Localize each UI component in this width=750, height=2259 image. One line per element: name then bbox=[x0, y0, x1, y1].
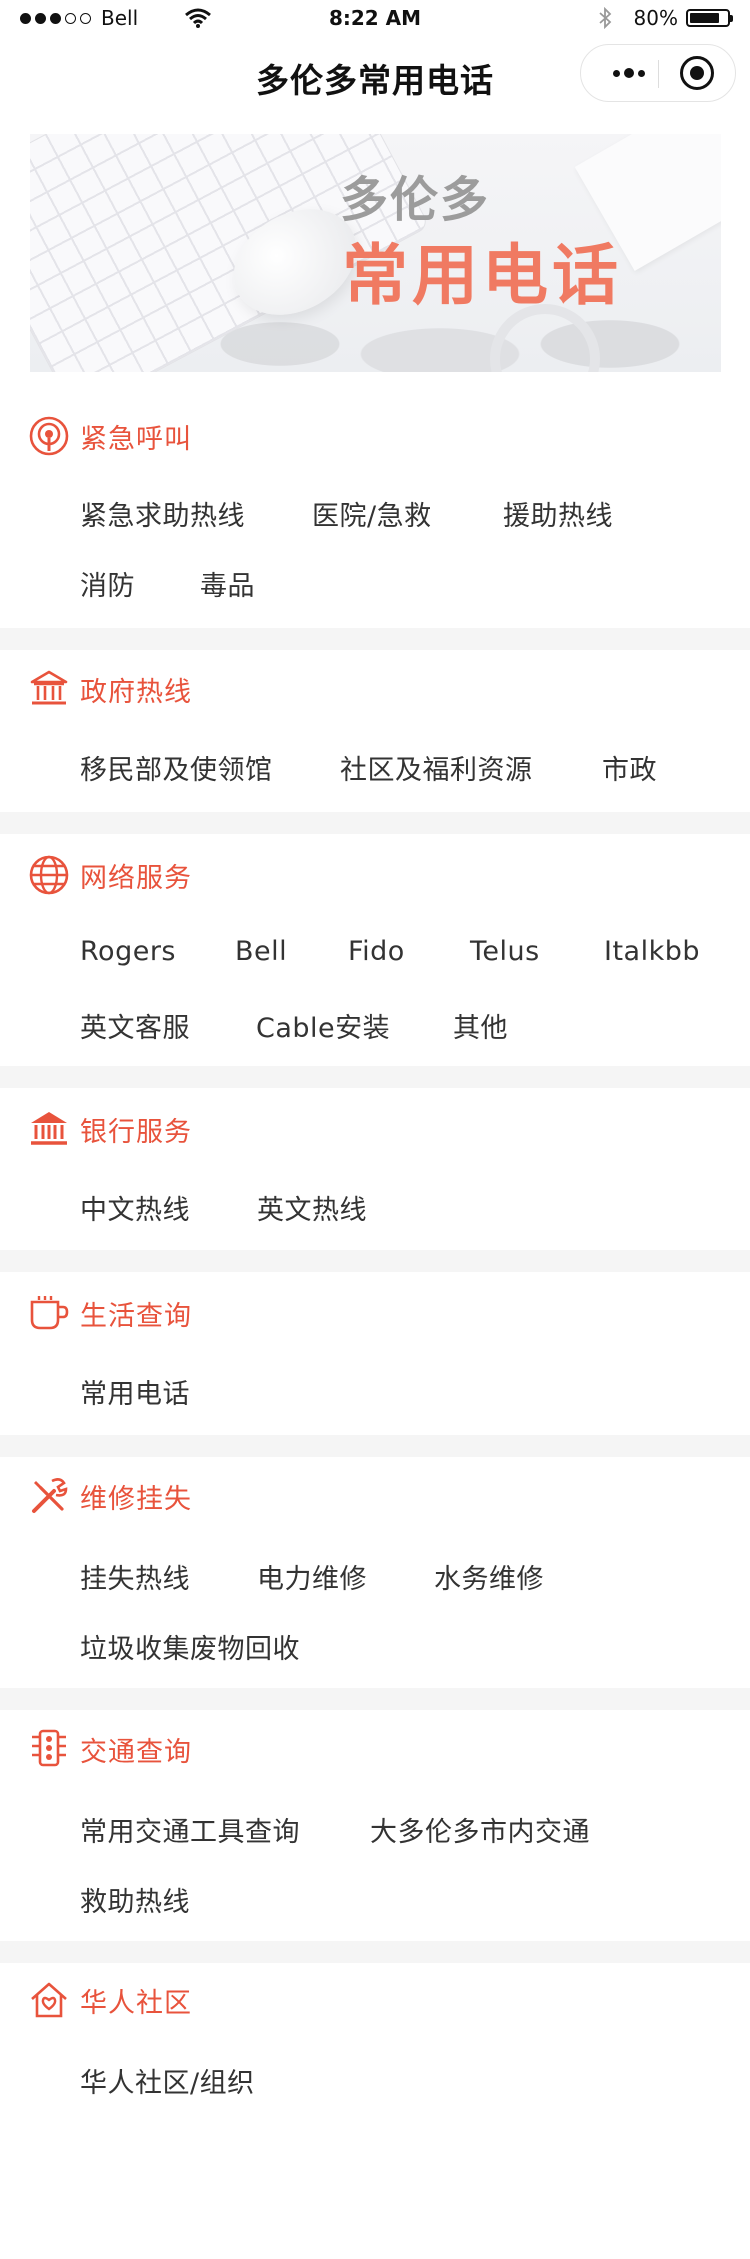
community-icon bbox=[31, 1982, 67, 2018]
traffic-light-icon bbox=[32, 1729, 66, 1767]
item-bell[interactable]: Bell bbox=[235, 936, 287, 967]
section-header: 政府热线 bbox=[28, 668, 192, 710]
mini-program-capsule bbox=[580, 44, 736, 102]
tools-icon bbox=[32, 1478, 68, 1513]
item-drugs[interactable]: 毒品 bbox=[200, 564, 255, 603]
item-rescue-hotline[interactable]: 救助热线 bbox=[80, 1880, 190, 1919]
item-english-service[interactable]: 英文客服 bbox=[80, 1006, 190, 1045]
section-living: 生活查询 常用电话 bbox=[0, 1272, 750, 1435]
section-divider bbox=[0, 1435, 750, 1457]
item-report-loss[interactable]: 挂失热线 bbox=[80, 1557, 190, 1596]
section-repair: 维修挂失 挂失热线 电力维修 水务维修 垃圾收集废物回收 bbox=[0, 1457, 750, 1688]
bank-icon bbox=[31, 1112, 67, 1145]
item-common-phones[interactable]: 常用电话 bbox=[80, 1372, 190, 1411]
bluetooth-icon bbox=[598, 7, 611, 29]
item-rogers[interactable]: Rogers bbox=[80, 936, 176, 967]
section-divider bbox=[0, 1688, 750, 1710]
section-divider bbox=[0, 1941, 750, 1963]
item-english-hotline[interactable]: 英文热线 bbox=[257, 1188, 367, 1227]
coffee-cup-icon bbox=[30, 1296, 69, 1330]
section-emergency: 紧急呼叫 紧急求助热线 医院/急救 援助热线 消防 毒品 bbox=[0, 400, 750, 628]
section-title: 交通查询 bbox=[80, 1736, 192, 1768]
status-right: 80% bbox=[598, 6, 733, 30]
section-bank: 银行服务 中文热线 英文热线 bbox=[0, 1088, 750, 1250]
banner-image: 多伦多 常用电话 bbox=[30, 134, 721, 372]
item-transit-lookup[interactable]: 常用交通工具查询 bbox=[80, 1810, 300, 1849]
section-header: 交通查询 bbox=[28, 1728, 192, 1770]
government-icon bbox=[30, 670, 68, 705]
item-other[interactable]: 其他 bbox=[453, 1006, 508, 1045]
banner-title-line1: 多伦多 bbox=[340, 172, 491, 228]
section-header: 网络服务 bbox=[28, 854, 192, 896]
section-title: 银行服务 bbox=[80, 1116, 192, 1148]
section-title: 政府热线 bbox=[80, 676, 192, 708]
item-cable-install[interactable]: Cable安装 bbox=[256, 1006, 390, 1045]
capsule-divider bbox=[658, 60, 659, 88]
section-title: 维修挂失 bbox=[80, 1483, 192, 1515]
item-community-welfare[interactable]: 社区及福利资源 bbox=[340, 748, 533, 787]
section-title: 网络服务 bbox=[80, 862, 192, 894]
item-power-repair[interactable]: 电力维修 bbox=[257, 1557, 367, 1596]
more-options-button[interactable] bbox=[599, 45, 659, 101]
item-municipal[interactable]: 市政 bbox=[602, 748, 657, 787]
globe-icon bbox=[29, 855, 69, 895]
section-header: 维修挂失 bbox=[28, 1475, 192, 1517]
section-transport: 交通查询 常用交通工具查询 大多伦多市内交通 救助热线 bbox=[0, 1710, 750, 1941]
item-hospital[interactable]: 医院/急救 bbox=[312, 494, 432, 533]
section-chinese-community: 华人社区 华人社区/组织 bbox=[0, 1963, 750, 2259]
section-header: 银行服务 bbox=[28, 1108, 192, 1150]
item-fido[interactable]: Fido bbox=[348, 936, 405, 967]
section-divider bbox=[0, 1066, 750, 1088]
item-telus[interactable]: Telus bbox=[470, 936, 540, 967]
item-emergency-hotline[interactable]: 紧急求助热线 bbox=[80, 494, 245, 533]
section-divider bbox=[0, 1250, 750, 1272]
section-title: 紧急呼叫 bbox=[80, 423, 192, 455]
section-divider bbox=[0, 628, 750, 650]
banner-title-line2: 常用电话 bbox=[342, 237, 622, 314]
item-italkbb[interactable]: Italkbb bbox=[604, 936, 700, 967]
item-chinese-hotline[interactable]: 中文热线 bbox=[80, 1188, 190, 1227]
nav-bar: 多伦多常用电话 bbox=[0, 40, 750, 114]
item-water-repair[interactable]: 水务维修 bbox=[434, 1557, 544, 1596]
item-assistance-hotline[interactable]: 援助热线 bbox=[503, 494, 613, 533]
section-title: 生活查询 bbox=[80, 1300, 192, 1332]
item-fire[interactable]: 消防 bbox=[80, 564, 135, 603]
section-header: 生活查询 bbox=[28, 1292, 192, 1334]
status-bar: Bell 8:22 AM 80% bbox=[0, 0, 750, 40]
item-waste-collection[interactable]: 垃圾收集废物回收 bbox=[80, 1627, 300, 1666]
close-mini-program-button[interactable] bbox=[680, 56, 714, 90]
section-internet: 网络服务 Rogers Bell Fido Telus Italkbb 英文客服… bbox=[0, 834, 750, 1066]
section-divider bbox=[0, 812, 750, 834]
item-chinese-organizations[interactable]: 华人社区/组织 bbox=[80, 2061, 255, 2100]
section-header: 紧急呼叫 bbox=[28, 415, 192, 457]
section-header: 华人社区 bbox=[28, 1979, 192, 2021]
item-immigration[interactable]: 移民部及使领馆 bbox=[80, 748, 273, 787]
battery-icon bbox=[686, 9, 733, 27]
section-government: 政府热线 移民部及使领馆 社区及福利资源 市政 bbox=[0, 650, 750, 812]
emergency-icon bbox=[29, 416, 69, 456]
battery-percent: 80% bbox=[633, 6, 678, 30]
section-title: 华人社区 bbox=[80, 1987, 192, 2019]
item-gta-transit[interactable]: 大多伦多市内交通 bbox=[370, 1810, 590, 1849]
